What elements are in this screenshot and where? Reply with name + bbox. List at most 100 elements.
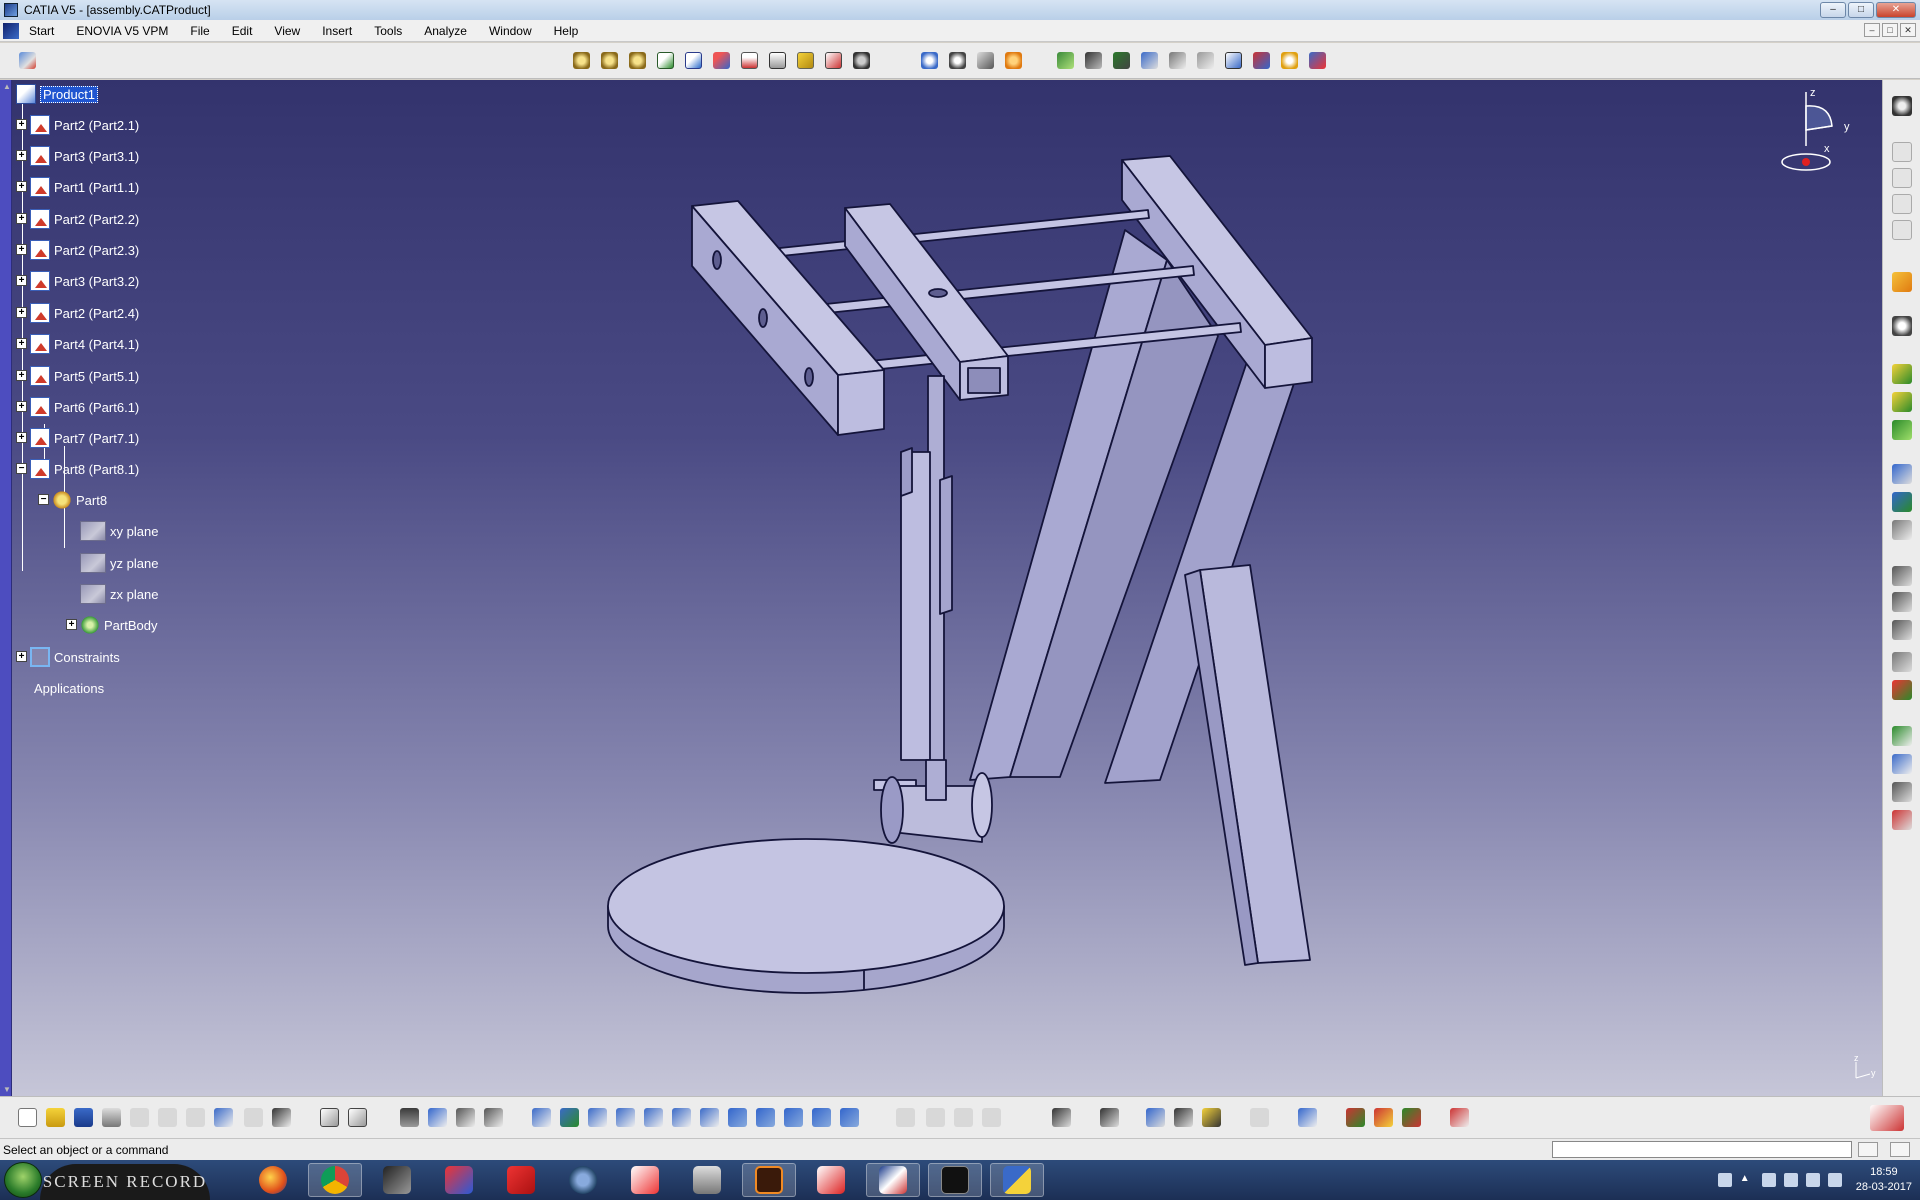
- tree-item-part-1[interactable]: + Part2 (Part2.1): [16, 114, 139, 136]
- expand-icon[interactable]: +: [16, 119, 27, 130]
- doc-close-button[interactable]: ✕: [1900, 23, 1916, 37]
- tree-item-part-11[interactable]: + Part7 (Part7.1): [16, 427, 139, 449]
- command-input[interactable]: [1552, 1141, 1852, 1158]
- tree-item-xy-plane[interactable]: xy plane: [80, 520, 158, 542]
- zoom-out-icon[interactable]: [672, 1108, 691, 1127]
- tree-item-partbody[interactable]: + PartBody: [66, 614, 157, 636]
- sectioning-icon[interactable]: [1892, 194, 1912, 214]
- flag-icon[interactable]: [1761, 1173, 1776, 1187]
- tree-label[interactable]: Part2 (Part2.3): [54, 243, 139, 258]
- expand-icon[interactable]: +: [16, 307, 27, 318]
- fly-mode-icon[interactable]: [532, 1108, 551, 1127]
- tree-item-root[interactable]: Product1: [16, 83, 99, 105]
- tree-item-zx-plane[interactable]: zx plane: [80, 583, 158, 605]
- space-analysis-icon[interactable]: [1892, 142, 1912, 162]
- clock[interactable]: 18:59 28-03-2017: [1856, 1165, 1912, 1195]
- taskbar-app-red2[interactable]: [804, 1163, 858, 1197]
- existing-positioning-icon[interactable]: [682, 49, 705, 72]
- taskbar-terminal[interactable]: [928, 1163, 982, 1197]
- apply-material-icon[interactable]: [1402, 1108, 1421, 1127]
- tree-item-part8-body[interactable]: − Part8: [38, 489, 107, 511]
- distance-icon[interactable]: [1892, 220, 1912, 240]
- taskbar-illustrator[interactable]: [742, 1163, 796, 1197]
- tree-label[interactable]: PartBody: [104, 618, 157, 633]
- redo-icon[interactable]: [244, 1108, 263, 1127]
- catalog-icon[interactable]: [1892, 726, 1912, 746]
- quick-constraint-icon[interactable]: [1222, 49, 1245, 72]
- flag-note-icon[interactable]: [1892, 680, 1912, 700]
- taskbar-sketchup[interactable]: [494, 1163, 548, 1197]
- new-product-icon[interactable]: [598, 49, 621, 72]
- measure-icon[interactable]: [1892, 566, 1912, 586]
- graph-tree-reordering-icon[interactable]: [738, 49, 761, 72]
- tree-label[interactable]: Part2 (Part2.4): [54, 306, 139, 321]
- maximize-button[interactable]: □: [1848, 2, 1874, 18]
- tree-label[interactable]: Part5 (Part5.1): [54, 369, 139, 384]
- grid-icon[interactable]: [1450, 1108, 1469, 1127]
- menu-start[interactable]: Start: [25, 24, 65, 38]
- expand-icon[interactable]: +: [16, 275, 27, 286]
- tree-item-part-3[interactable]: + Part1 (Part1.1): [16, 176, 139, 198]
- cut-icon[interactable]: [130, 1108, 149, 1127]
- keyboard-icon[interactable]: [1717, 1173, 1732, 1187]
- reuse-pattern-icon[interactable]: [1306, 49, 1329, 72]
- fix-together-icon[interactable]: [1194, 49, 1217, 72]
- new-part-icon[interactable]: [626, 49, 649, 72]
- table-icon[interactable]: [400, 1108, 419, 1127]
- settings-gear-icon[interactable]: [1892, 96, 1912, 116]
- insert-component-icon[interactable]: [1892, 420, 1912, 440]
- open-file-icon[interactable]: [46, 1108, 65, 1127]
- status-button-2[interactable]: [1890, 1142, 1910, 1157]
- update-icon[interactable]: [1278, 49, 1301, 72]
- tree-label[interactable]: xy plane: [110, 524, 158, 539]
- expand-icon[interactable]: +: [16, 401, 27, 412]
- document-icon[interactable]: [3, 22, 19, 39]
- normal-view-icon[interactable]: [700, 1108, 719, 1127]
- knowledge-icon[interactable]: [456, 1108, 475, 1127]
- tree-item-part-4[interactable]: + Part2 (Part2.2): [16, 208, 139, 230]
- selective-load-icon[interactable]: [794, 49, 817, 72]
- menu-insert[interactable]: Insert: [311, 24, 363, 38]
- 3d-viewport[interactable]: ▲ ▼ Product1 + Part2 (Part2.1) + Part3 (…: [0, 80, 1882, 1096]
- expand-icon[interactable]: +: [16, 244, 27, 255]
- contact-constraint-icon[interactable]: [1082, 49, 1105, 72]
- select-arrow-icon[interactable]: [1892, 272, 1912, 292]
- tree-item-part-12[interactable]: − Part8 (Part8.1): [16, 458, 139, 480]
- multi-instantiation-icon[interactable]: [850, 49, 873, 72]
- coincidence-constraint-icon[interactable]: [1054, 49, 1077, 72]
- menu-enovia[interactable]: ENOVIA V5 VPM: [65, 24, 179, 38]
- tree-label[interactable]: Part3 (Part3.2): [54, 274, 139, 289]
- menu-view[interactable]: View: [263, 24, 311, 38]
- offset-constraint-icon[interactable]: [1110, 49, 1133, 72]
- distance-band-icon[interactable]: [1146, 1108, 1165, 1127]
- tree-label[interactable]: Part6 (Part6.1): [54, 400, 139, 415]
- publication-icon[interactable]: [1892, 520, 1912, 540]
- tree-label[interactable]: Part4 (Part4.1): [54, 337, 139, 352]
- fix-component-icon[interactable]: [1166, 49, 1189, 72]
- taskbar-acrobat[interactable]: [618, 1163, 672, 1197]
- tree-label[interactable]: Part2 (Part2.2): [54, 212, 139, 227]
- tree-item-part-7[interactable]: + Part2 (Part2.4): [16, 302, 139, 324]
- collapse-icon[interactable]: −: [38, 494, 49, 505]
- taskbar-printer[interactable]: [680, 1163, 734, 1197]
- measure-item-icon[interactable]: [1892, 592, 1912, 612]
- tree-label[interactable]: Part8 (Part8.1): [54, 462, 139, 477]
- capture-icon[interactable]: [1052, 1108, 1071, 1127]
- taskbar-app-blue[interactable]: [556, 1163, 610, 1197]
- generate-numbering-icon[interactable]: [766, 49, 789, 72]
- compass-icon[interactable]: z y x: [1770, 86, 1860, 186]
- fit-all-icon[interactable]: [560, 1108, 579, 1127]
- angle-constraint-icon[interactable]: [1138, 49, 1161, 72]
- expand-icon[interactable]: +: [66, 619, 77, 630]
- hide-show-icon[interactable]: [812, 1108, 831, 1127]
- properties-icon[interactable]: [484, 1108, 503, 1127]
- undo-icon[interactable]: [214, 1108, 233, 1127]
- taskbar-python[interactable]: [990, 1163, 1044, 1197]
- status-button-1[interactable]: [1858, 1142, 1878, 1157]
- existing-component-icon[interactable]: [654, 49, 677, 72]
- mechanism-icon[interactable]: [1892, 316, 1912, 336]
- network-icon[interactable]: [1805, 1173, 1820, 1187]
- tree-item-part-8[interactable]: + Part4 (Part4.1): [16, 333, 139, 355]
- expand-icon[interactable]: +: [16, 150, 27, 161]
- snap-icon[interactable]: [974, 49, 997, 72]
